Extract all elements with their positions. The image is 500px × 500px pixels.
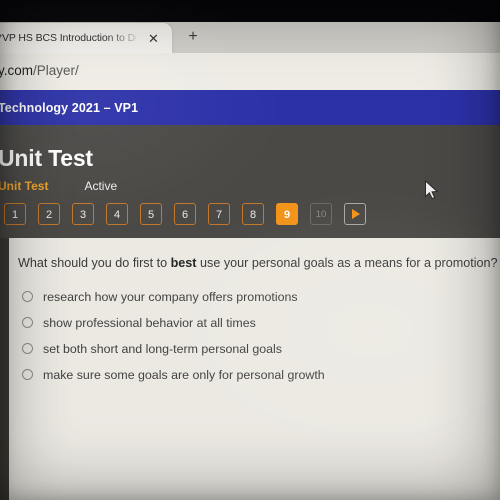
question-button-8[interactable]: 8: [242, 203, 264, 225]
answer-option-label: set both short and long-term personal go…: [43, 342, 283, 356]
url-text: y.com/Player/: [0, 62, 79, 80]
list-item[interactable]: make sure some goals are only for person…: [18, 364, 468, 388]
question-button-9[interactable]: 9: [276, 203, 298, 225]
browser-tab-strip: **VP HS BCS Introduction to Di ✕ +: [0, 22, 500, 53]
tab-active-status: Active: [84, 179, 118, 193]
browser-tab-title: **VP HS BCS Introduction to Di: [0, 32, 136, 44]
test-tabs: Unit Test Active: [0, 177, 117, 193]
answer-options-list: research how your company offers promoti…: [18, 286, 468, 390]
question-button-7[interactable]: 7: [208, 203, 230, 225]
answer-option-label: show professional behavior at all times: [43, 316, 256, 330]
radio-button-icon[interactable]: [22, 369, 33, 380]
question-content-area: What should you do first to best use you…: [0, 238, 500, 500]
list-item[interactable]: show professional behavior at all times: [18, 312, 468, 336]
close-icon[interactable]: ✕: [146, 31, 161, 46]
tab-unit-test[interactable]: Unit Test: [0, 178, 48, 194]
window-top-bar: [0, 0, 500, 22]
plus-icon[interactable]: +: [184, 28, 202, 46]
question-button-2[interactable]: 2: [38, 203, 60, 225]
radio-button-icon[interactable]: [22, 317, 33, 328]
question-button-10: 10: [310, 203, 332, 225]
question-emphasis: best: [170, 256, 197, 270]
screen: **VP HS BCS Introduction to Di ✕ + y.com…: [0, 0, 500, 500]
list-item[interactable]: set both short and long-term personal go…: [18, 338, 468, 362]
page-title: Unit Test: [0, 145, 93, 171]
question-text: What should you do first to best use you…: [18, 254, 498, 272]
question-button-4[interactable]: 4: [106, 203, 128, 225]
play-arrow-icon: [352, 209, 360, 219]
question-button-1[interactable]: 1: [4, 203, 26, 225]
app-header-title: Technology 2021 – VP1: [0, 101, 139, 115]
list-item[interactable]: research how your company offers promoti…: [18, 286, 468, 310]
next-question-button[interactable]: [344, 203, 366, 225]
test-control-panel: Unit Test Unit Test Active 1 2 3 4 5 6 7 8 9 10: [0, 125, 500, 238]
radio-button-icon[interactable]: [22, 343, 33, 354]
question-button-5[interactable]: 5: [140, 203, 162, 225]
question-button-6[interactable]: 6: [174, 203, 196, 225]
question-button-3[interactable]: 3: [72, 203, 94, 225]
app-header-bar: Technology 2021 – VP1: [0, 90, 500, 125]
browser-tab-active[interactable]: **VP HS BCS Introduction to Di ✕: [0, 23, 172, 53]
question-text-after: use your personal goals as a means for a…: [196, 256, 498, 270]
answer-option-label: research how your company offers promoti…: [43, 290, 298, 304]
content-left-rail: [0, 238, 9, 500]
question-number-nav: 1 2 3 4 5 6 7 8 9 10: [4, 203, 378, 227]
answer-option-label: make sure some goals are only for person…: [43, 368, 325, 382]
browser-address-bar[interactable]: y.com/Player/: [0, 53, 500, 90]
url-path: /Player/: [33, 63, 79, 78]
radio-button-icon[interactable]: [22, 291, 33, 302]
question-text-before: What should you do first to: [18, 256, 171, 270]
url-domain: y.com: [0, 63, 34, 78]
